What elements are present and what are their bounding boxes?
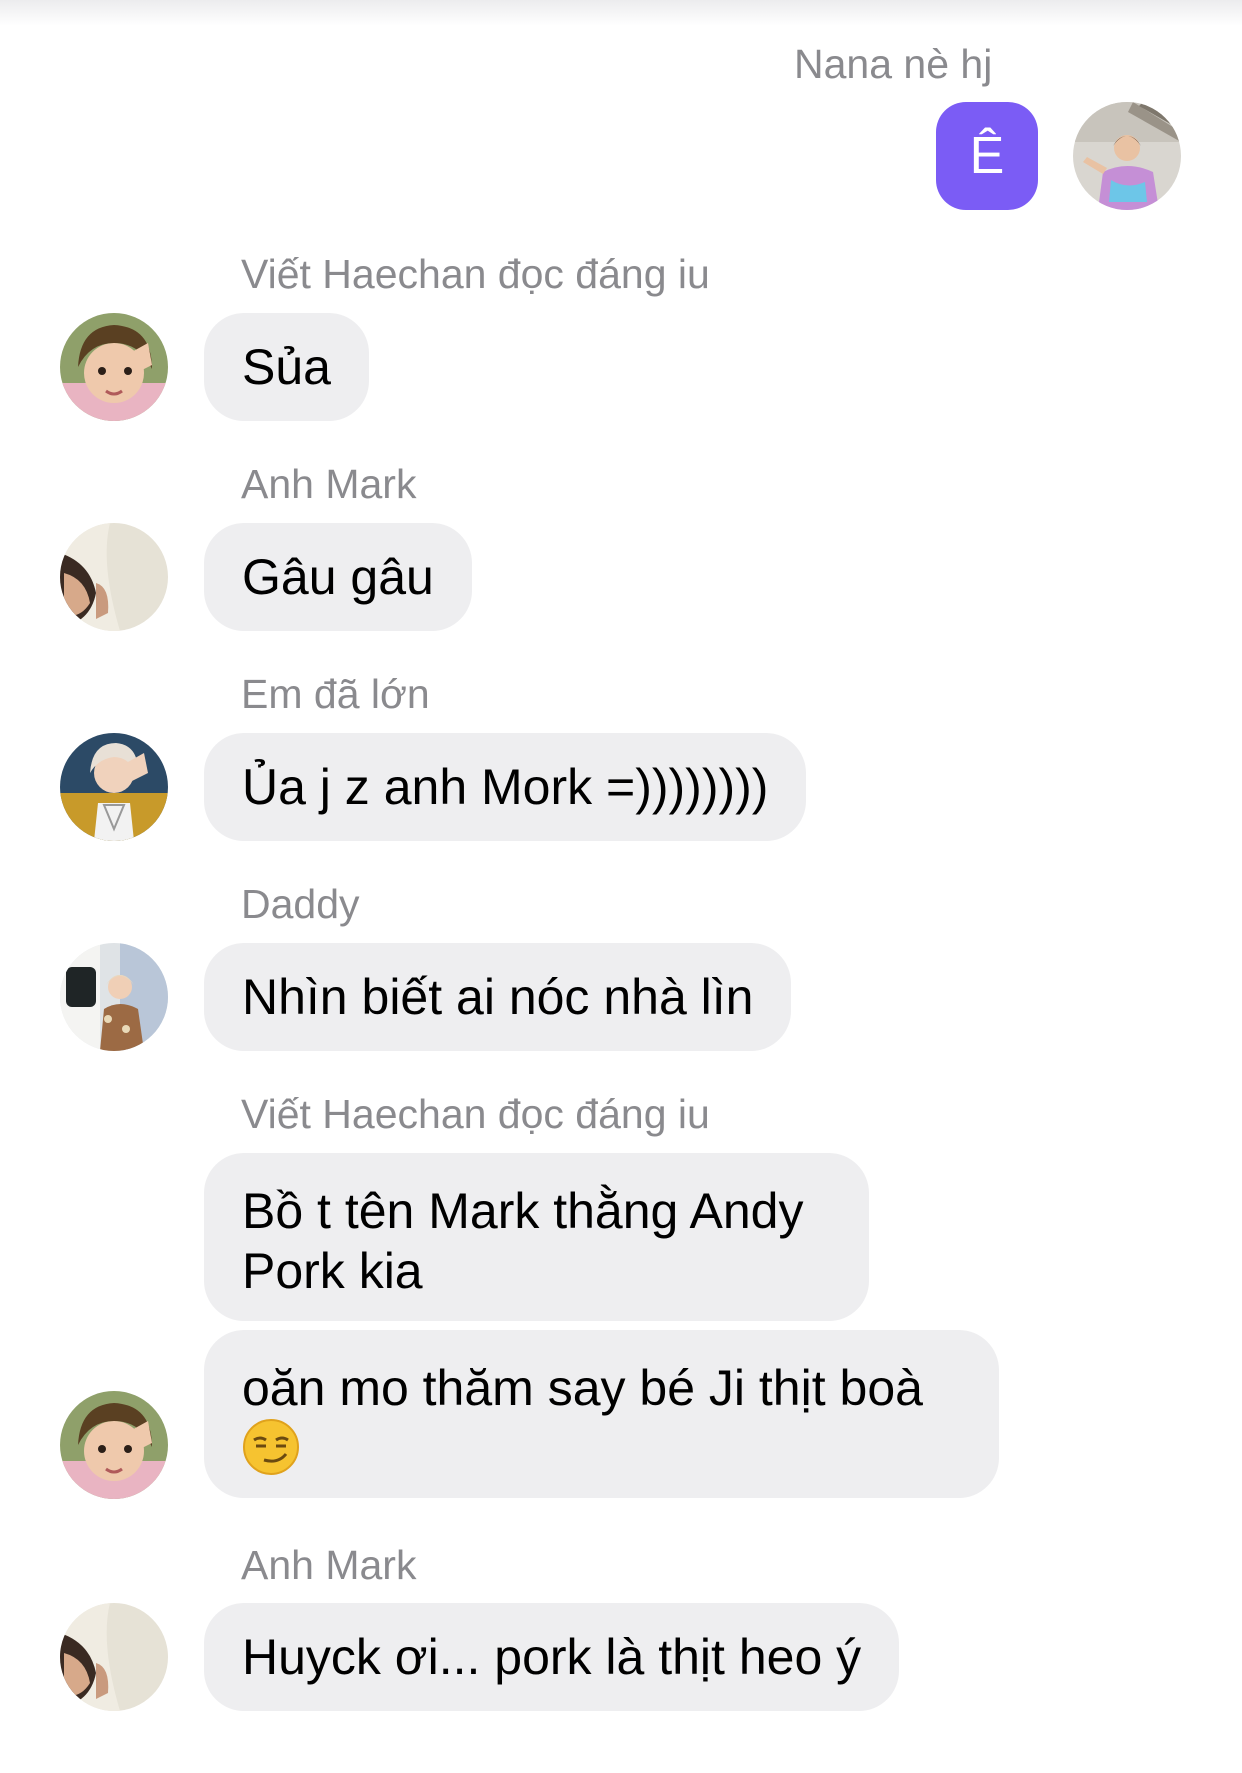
avatar-image [60,943,168,1051]
avatar-image [1073,102,1181,210]
sender-name: Em đã lớn [241,671,430,717]
avatar-daddy[interactable] [60,943,168,1051]
avatar-image [60,1391,168,1499]
avatar-image [60,523,168,631]
top-bar-shadow [0,0,1242,26]
message-bubble-outgoing[interactable]: Ê [936,102,1038,210]
message-bubble[interactable]: oăn mo thăm say bé Ji thịt boà [204,1330,999,1498]
sender-name: Viết Haechan đọc đáng iu [241,251,710,297]
avatar-image [60,1603,168,1711]
avatar-image [60,733,168,841]
message-text: oăn mo thăm say bé Ji thịt boà [242,1360,923,1416]
smirking-face-icon [242,1418,300,1476]
avatar-self[interactable] [1073,102,1181,210]
message-bubble[interactable]: Nhìn biết ai nóc nhà lìn [204,943,792,1051]
avatar-viet-haechan[interactable] [60,313,168,421]
avatar-viet-haechan[interactable] [60,1391,168,1499]
message-bubble[interactable]: Bồ t tên Mark thằng Andy Pork kia [204,1153,869,1321]
avatar-image [60,313,168,421]
message-bubble[interactable]: Ủa j z anh Mork =)))))))) [204,733,807,841]
message-bubble[interactable]: Huyck ơi... pork là thịt heo ý [204,1603,900,1711]
sender-name: Anh Mark [241,1542,417,1588]
avatar-anh-mark[interactable] [60,1603,168,1711]
sender-name: Daddy [241,881,360,927]
avatar-anh-mark[interactable] [60,523,168,631]
sender-name: Nana nè hj [794,41,993,87]
avatar-em-da-lon[interactable] [60,733,168,841]
message-bubble[interactable]: Gâu gâu [204,523,472,631]
message-bubble[interactable]: Sủa [204,313,369,421]
sender-name: Viết Haechan đọc đáng iu [241,1091,710,1137]
sender-name: Anh Mark [241,461,417,507]
